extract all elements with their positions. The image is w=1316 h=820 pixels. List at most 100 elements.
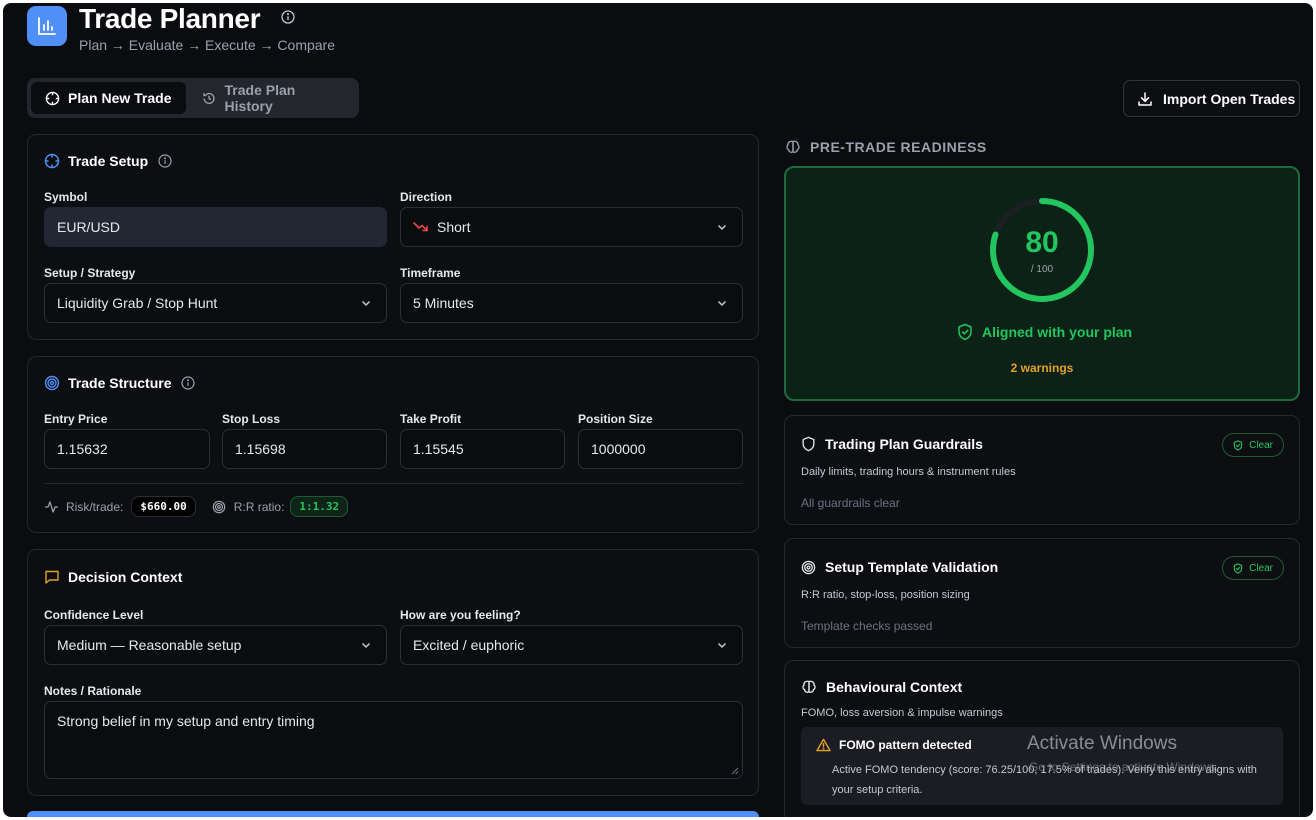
divider bbox=[44, 483, 743, 484]
bar-chart-icon bbox=[38, 17, 56, 35]
trade-setup-title: Trade Setup bbox=[44, 153, 172, 169]
notes-textarea[interactable]: Strong belief in my setup and entry timi… bbox=[44, 701, 743, 779]
card-title-text: Trade Setup bbox=[68, 153, 149, 169]
feeling-select[interactable]: Excited / euphoric bbox=[400, 625, 743, 665]
direction-label: Direction bbox=[400, 190, 453, 204]
template-validation-title: Setup Template Validation bbox=[801, 559, 998, 575]
symbol-value: EUR/USD bbox=[57, 219, 121, 235]
tab-label: Trade Plan History bbox=[224, 82, 296, 114]
notes-value: Strong belief in my setup and entry timi… bbox=[57, 713, 315, 729]
badge-label: Clear bbox=[1249, 439, 1273, 451]
info-icon[interactable] bbox=[181, 376, 196, 390]
timeframe-value: 5 Minutes bbox=[413, 295, 474, 311]
brain-icon bbox=[786, 140, 800, 153]
guardrails-clear-badge: Clear bbox=[1222, 433, 1284, 457]
guardrails-title-text: Trading Plan Guardrails bbox=[825, 436, 983, 452]
template-title-text: Setup Template Validation bbox=[825, 559, 999, 575]
readiness-heading: PRE-TRADE READINESS bbox=[785, 139, 987, 155]
shield-check-icon bbox=[1233, 439, 1243, 451]
target-icon bbox=[801, 560, 816, 574]
confidence-select[interactable]: Medium — Reasonable setup bbox=[44, 625, 387, 665]
alignment-status-text: Aligned with your plan bbox=[982, 324, 1133, 340]
take-profit-value: 1.15545 bbox=[413, 441, 464, 457]
chevron-down-icon bbox=[717, 224, 727, 231]
entry-price-input[interactable]: 1.15632 bbox=[44, 429, 210, 469]
history-icon bbox=[203, 92, 215, 104]
download-icon bbox=[1138, 91, 1152, 106]
card-title-text: Decision Context bbox=[68, 569, 183, 585]
target-icon bbox=[212, 500, 226, 513]
decision-context-title: Decision Context bbox=[44, 569, 182, 585]
risk-value-badge: $660.00 bbox=[131, 496, 196, 517]
shield-check-icon bbox=[1233, 562, 1243, 574]
template-subtitle: R:R ratio, stop-loss, position sizing bbox=[801, 589, 970, 601]
card-title-text: Trade Structure bbox=[68, 375, 172, 391]
chevron-down-icon bbox=[361, 300, 371, 307]
risk-label: Risk/trade: bbox=[66, 499, 124, 514]
template-status: Template checks passed bbox=[801, 619, 933, 633]
trade-structure-title: Trade Structure bbox=[44, 375, 196, 391]
trade-setup-card: Trade Setup Symbol EUR/USD Direction Sho… bbox=[27, 134, 759, 340]
tab-label: Plan New Trade bbox=[68, 90, 172, 106]
confidence-value: Medium — Reasonable setup bbox=[57, 637, 242, 653]
info-icon[interactable] bbox=[281, 10, 295, 24]
guardrails-subtitle: Daily limits, trading hours & instrument… bbox=[801, 466, 1016, 478]
crosshair-icon bbox=[45, 91, 60, 105]
fomo-alert-title: FOMO pattern detected bbox=[816, 738, 972, 752]
position-size-label: Position Size bbox=[578, 412, 653, 426]
fomo-alert-title-text: FOMO pattern detected bbox=[839, 738, 972, 752]
behavioural-title: Behavioural Context bbox=[801, 679, 962, 695]
behavioural-subtitle: FOMO, loss aversion & impulse warnings bbox=[801, 707, 1003, 719]
activate-windows-watermark: Activate Windows bbox=[1027, 733, 1177, 754]
symbol-label: Symbol bbox=[44, 190, 88, 204]
template-validation-card[interactable]: Setup Template Validation R:R ratio, sto… bbox=[784, 538, 1300, 648]
stop-loss-input[interactable]: 1.15698 bbox=[222, 429, 387, 469]
symbol-input[interactable]: EUR/USD bbox=[44, 207, 387, 247]
confidence-label: Confidence Level bbox=[44, 608, 144, 622]
crosshair-icon bbox=[44, 153, 60, 169]
tab-bar: Plan New Trade Trade Plan History bbox=[27, 78, 359, 118]
trade-structure-card: Trade Structure Entry Price 1.15632 Stop… bbox=[27, 356, 759, 533]
guardrails-card[interactable]: Trading Plan Guardrails Daily limits, tr… bbox=[784, 415, 1300, 525]
rr-label: R:R ratio: bbox=[233, 499, 285, 514]
activity-icon bbox=[45, 500, 58, 513]
tab-trade-plan-history[interactable]: Trade Plan History bbox=[188, 82, 355, 114]
chevron-down-icon bbox=[361, 642, 371, 649]
page-subtitle: Plan → Evaluate → Execute → Compare bbox=[79, 37, 336, 53]
notes-label: Notes / Rationale bbox=[44, 684, 142, 698]
entry-price-value: 1.15632 bbox=[57, 441, 108, 457]
behavioural-title-text: Behavioural Context bbox=[826, 679, 963, 695]
timeframe-label: Timeframe bbox=[400, 266, 461, 280]
resize-handle-icon[interactable] bbox=[731, 767, 739, 775]
warnings-count: 2 warnings bbox=[1010, 361, 1074, 375]
entry-price-label: Entry Price bbox=[44, 412, 108, 426]
tab-plan-new-trade[interactable]: Plan New Trade bbox=[31, 82, 187, 114]
timeframe-select[interactable]: 5 Minutes bbox=[400, 283, 743, 323]
shield-icon bbox=[802, 436, 815, 452]
direction-select[interactable]: Short bbox=[400, 207, 743, 247]
shield-check-icon bbox=[958, 323, 972, 341]
feeling-label: How are you feeling? bbox=[400, 608, 521, 622]
warning-icon bbox=[816, 738, 831, 752]
chevron-down-icon bbox=[717, 300, 727, 307]
import-button-label: Import Open Trades bbox=[1163, 90, 1296, 107]
app-window: Trade Planner Plan → Evaluate → Execute … bbox=[3, 3, 1313, 817]
submit-plan-button[interactable] bbox=[27, 811, 759, 817]
strategy-select[interactable]: Liquidity Grab / Stop Hunt bbox=[44, 283, 387, 323]
guardrails-title: Trading Plan Guardrails bbox=[801, 436, 983, 452]
info-icon[interactable] bbox=[158, 154, 172, 168]
app-logo bbox=[27, 6, 67, 46]
stop-loss-value: 1.15698 bbox=[235, 441, 286, 457]
position-size-input[interactable]: 1000000 bbox=[578, 429, 743, 469]
score-value: 80 bbox=[1025, 226, 1059, 259]
rr-value-badge: 1:1.32 bbox=[290, 496, 349, 517]
take-profit-input[interactable]: 1.15545 bbox=[400, 429, 565, 469]
page-title: Trade Planner bbox=[79, 3, 261, 34]
alignment-status: Aligned with your plan bbox=[957, 323, 1132, 341]
import-open-trades-button[interactable]: Import Open Trades bbox=[1123, 80, 1300, 117]
guardrails-status: All guardrails clear bbox=[801, 496, 900, 510]
strategy-label: Setup / Strategy bbox=[44, 266, 136, 280]
direction-value: Short bbox=[437, 219, 471, 235]
take-profit-label: Take Profit bbox=[400, 412, 462, 426]
trending-down-icon bbox=[413, 222, 428, 232]
